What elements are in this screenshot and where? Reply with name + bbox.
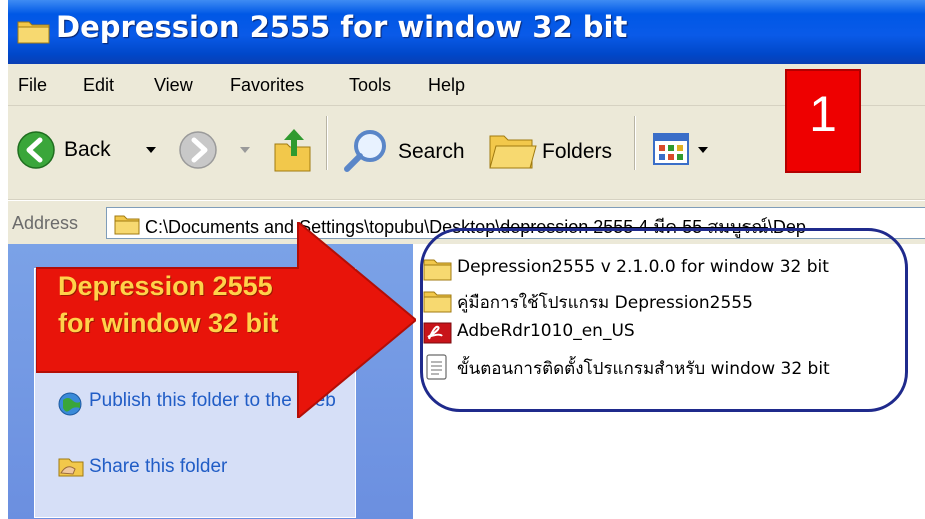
menu-tools[interactable]: Tools bbox=[349, 75, 391, 96]
forward-arrow-icon bbox=[179, 131, 217, 169]
file-name: AdbeRdr1010_en_US bbox=[457, 321, 635, 341]
file-item[interactable]: คู่มือการใช้โปรแกรม Depression2555 bbox=[423, 286, 913, 316]
toolbar-separator bbox=[634, 116, 636, 170]
file-name: Depression2555 v 2.1.0.0 for window 32 b… bbox=[457, 257, 829, 277]
folder-icon bbox=[423, 291, 452, 313]
folders-button[interactable]: Folders bbox=[484, 124, 614, 176]
search-button[interactable]: Search bbox=[338, 124, 468, 176]
text-document-icon bbox=[426, 354, 447, 380]
address-path-strike: depression 2555 4 มีค 55 สมบูรณ์ bbox=[500, 217, 768, 237]
views-button[interactable] bbox=[648, 128, 714, 174]
chevron-down-icon[interactable] bbox=[146, 147, 156, 153]
adobe-reader-icon bbox=[423, 322, 452, 344]
menu-help[interactable]: Help bbox=[428, 75, 465, 96]
views-icon bbox=[653, 133, 689, 165]
file-name: ขั้นตอนการติดตั้งโปรแกรมสำหรับ window 32… bbox=[457, 359, 830, 379]
share-folder-icon bbox=[58, 458, 84, 477]
step-number-badge: 1 bbox=[785, 69, 861, 173]
share-folder-link[interactable]: Share this folder bbox=[89, 455, 227, 478]
file-item[interactable]: AdbeRdr1010_en_US bbox=[423, 318, 913, 348]
chevron-down-icon[interactable] bbox=[240, 147, 250, 153]
search-label: Search bbox=[398, 140, 465, 163]
back-label: Back bbox=[64, 138, 111, 161]
back-button[interactable]: Back bbox=[12, 128, 160, 174]
menu-favorites[interactable]: Favorites bbox=[230, 75, 304, 96]
menu-view[interactable]: View bbox=[154, 75, 193, 96]
file-list: Depression2555 v 2.1.0.0 for window 32 b… bbox=[413, 244, 925, 519]
folder-icon bbox=[423, 259, 452, 281]
title-bar[interactable]: Depression 2555 for window 32 bit bbox=[8, 0, 925, 64]
folders-icon bbox=[489, 135, 537, 169]
folders-label: Folders bbox=[542, 140, 613, 163]
search-icon bbox=[344, 130, 386, 172]
chevron-down-icon[interactable] bbox=[698, 147, 708, 153]
callout-label: Depression 2555 for window 32 bit bbox=[58, 268, 348, 342]
menu-edit[interactable]: Edit bbox=[83, 75, 114, 96]
file-item[interactable]: Depression2555 v 2.1.0.0 for window 32 b… bbox=[423, 254, 913, 284]
callout-line-1: Depression 2555 bbox=[58, 271, 273, 301]
up-folder-icon[interactable] bbox=[272, 126, 314, 174]
file-item[interactable]: ขั้นตอนการติดตั้งโปรแกรมสำหรับ window 32… bbox=[423, 352, 913, 382]
menu-file[interactable]: File bbox=[18, 75, 47, 96]
folder-icon bbox=[17, 21, 50, 44]
window-title: Depression 2555 for window 32 bit bbox=[56, 10, 628, 44]
step-number: 1 bbox=[809, 86, 837, 142]
back-arrow-icon bbox=[17, 131, 55, 169]
file-name: คู่มือการใช้โปรแกรม Depression2555 bbox=[457, 293, 753, 313]
toolbar-separator bbox=[326, 116, 328, 170]
callout-line-2: for window 32 bit bbox=[58, 308, 279, 338]
forward-button[interactable] bbox=[174, 128, 256, 174]
